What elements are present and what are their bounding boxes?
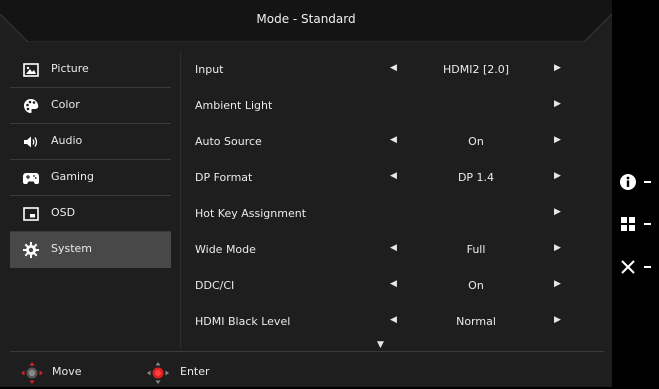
footer-divider bbox=[10, 351, 604, 352]
enter-nav-icon bbox=[146, 361, 170, 385]
setting-hdmi-black-level[interactable]: HDMI Black Level ◀ Normal ▶ bbox=[183, 304, 603, 340]
osd-header: Mode - Standard bbox=[0, 0, 612, 42]
gear-icon bbox=[22, 241, 40, 259]
sidebar-item-label: Picture bbox=[51, 62, 89, 75]
menu-grid-icon bbox=[619, 215, 637, 237]
sidebar-item-audio[interactable]: Audio bbox=[10, 124, 171, 160]
right-arrow-icon[interactable]: ▶ bbox=[554, 135, 561, 145]
setting-value: On bbox=[468, 135, 484, 148]
mode-title: Mode - Standard bbox=[256, 12, 356, 26]
right-arrow-icon[interactable]: ▶ bbox=[554, 99, 561, 109]
hotkey-dash bbox=[644, 266, 651, 268]
sidebar-item-label: Color bbox=[51, 98, 80, 111]
hotkey-info[interactable] bbox=[617, 171, 659, 193]
palette-icon bbox=[22, 97, 40, 115]
setting-name: Ambient Light bbox=[195, 99, 273, 112]
close-icon bbox=[619, 258, 637, 280]
sidebar-item-osd[interactable]: OSD bbox=[10, 196, 171, 232]
right-arrow-icon[interactable]: ▶ bbox=[554, 279, 561, 289]
setting-value: DP 1.4 bbox=[457, 171, 495, 184]
move-nav-icon bbox=[20, 361, 44, 385]
enter-label: Enter bbox=[180, 365, 210, 378]
setting-hot-key-assignment[interactable]: Hot Key Assignment ▶ bbox=[183, 196, 603, 232]
setting-ambient-light[interactable]: Ambient Light ▶ bbox=[183, 88, 603, 124]
setting-name: Wide Mode bbox=[195, 243, 256, 256]
hotkey-dash bbox=[644, 223, 651, 225]
left-arrow-icon[interactable]: ◀ bbox=[390, 171, 397, 181]
system-settings-list: Input ◀ HDMI2 [2.0] ▶ Ambient Light ▶ Au… bbox=[183, 52, 603, 340]
setting-input[interactable]: Input ◀ HDMI2 [2.0] ▶ bbox=[183, 52, 603, 88]
osd-footer: Move Enter bbox=[0, 357, 612, 385]
setting-name: HDMI Black Level bbox=[195, 315, 291, 328]
picture-icon bbox=[22, 61, 40, 79]
setting-value: Full bbox=[466, 243, 486, 256]
info-icon bbox=[619, 173, 637, 195]
left-arrow-icon[interactable]: ◀ bbox=[390, 279, 397, 289]
sidebar-item-label: System bbox=[51, 242, 93, 255]
osd-window-icon bbox=[22, 205, 40, 223]
sidebar-item-label: OSD bbox=[51, 206, 76, 219]
hotkey-dash bbox=[644, 181, 651, 183]
left-arrow-icon[interactable]: ◀ bbox=[390, 243, 397, 253]
setting-name: Auto Source bbox=[195, 135, 262, 148]
sidebar-item-system[interactable]: System bbox=[10, 232, 171, 268]
setting-ddc-ci[interactable]: DDC/CI ◀ On ▶ bbox=[183, 268, 603, 304]
right-arrow-icon[interactable]: ▶ bbox=[554, 207, 561, 217]
scroll-down-arrow-icon[interactable]: ▼ bbox=[377, 340, 384, 350]
right-arrow-icon[interactable]: ▶ bbox=[554, 315, 561, 325]
setting-value: Normal bbox=[456, 315, 496, 328]
setting-name: DP Format bbox=[195, 171, 253, 184]
left-arrow-icon[interactable]: ◀ bbox=[390, 315, 397, 325]
setting-name: Input bbox=[195, 63, 224, 76]
panel-divider bbox=[180, 52, 181, 348]
setting-auto-source[interactable]: Auto Source ◀ On ▶ bbox=[183, 124, 603, 160]
sidebar-item-label: Audio bbox=[51, 134, 83, 147]
setting-name: Hot Key Assignment bbox=[195, 207, 307, 220]
left-arrow-icon[interactable]: ◀ bbox=[390, 63, 397, 73]
move-label: Move bbox=[52, 365, 82, 378]
sidebar-item-color[interactable]: Color bbox=[10, 88, 171, 124]
osd-menu: Mode - Standard Picture Color Audio Gami… bbox=[0, 0, 612, 387]
setting-value: HDMI2 [2.0] bbox=[442, 63, 510, 76]
sidebar-item-label: Gaming bbox=[51, 170, 94, 183]
speaker-icon bbox=[22, 133, 40, 151]
right-arrow-icon[interactable]: ▶ bbox=[554, 63, 561, 73]
setting-value: On bbox=[468, 279, 484, 292]
right-arrow-icon[interactable]: ▶ bbox=[554, 171, 561, 181]
right-arrow-icon[interactable]: ▶ bbox=[554, 243, 561, 253]
hotkey-menu[interactable] bbox=[617, 213, 659, 235]
sidebar-item-gaming[interactable]: Gaming bbox=[10, 160, 171, 196]
left-arrow-icon[interactable]: ◀ bbox=[390, 135, 397, 145]
gamepad-icon bbox=[22, 169, 40, 187]
sidebar-item-picture[interactable]: Picture bbox=[10, 52, 171, 88]
hotkey-close[interactable] bbox=[617, 256, 659, 278]
category-sidebar: Picture Color Audio Gaming OSD System bbox=[10, 52, 171, 268]
setting-wide-mode[interactable]: Wide Mode ◀ Full ▶ bbox=[183, 232, 603, 268]
setting-dp-format[interactable]: DP Format ◀ DP 1.4 ▶ bbox=[183, 160, 603, 196]
setting-name: DDC/CI bbox=[195, 279, 235, 292]
